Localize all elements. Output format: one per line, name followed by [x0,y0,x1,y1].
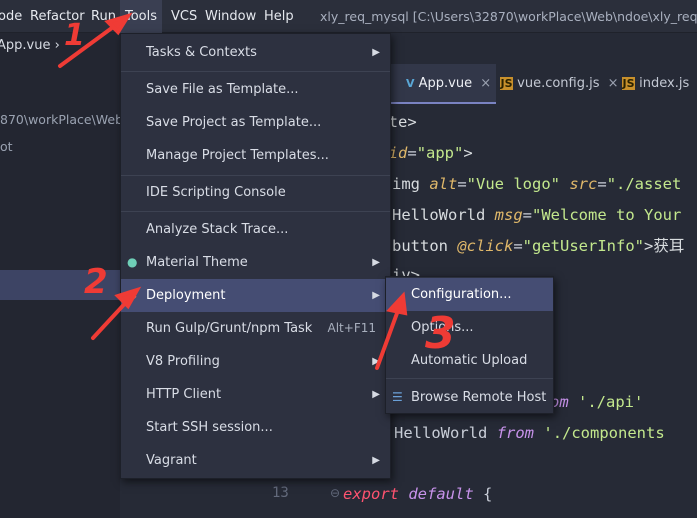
close-icon[interactable]: × [608,76,619,91]
project-subitem[interactable]: ot [0,139,13,154]
menu-item-automatic-upload[interactable]: Automatic Upload [386,344,553,377]
window-title-path: xly_req_mysql [C:\Users\32870\workPlace\… [320,9,697,24]
annotation-step-1: 1 [64,18,85,53]
submenu-arrow-icon: ▶ [372,389,380,400]
code-line: rt HelloWorld from './components [366,424,665,442]
tab-label: index.js [639,76,690,91]
vue-file-icon: V [406,77,415,90]
js-file-icon: JS [622,77,635,90]
menu-separator [121,71,390,72]
deployment-submenu: Configuration... Options... Automatic Up… [385,276,554,414]
line-number: 13 [272,485,289,501]
submenu-arrow-icon: ▶ [372,290,380,301]
menu-item-options[interactable]: Options... [386,311,553,344]
menu-item-save-file-template[interactable]: Save File as Template... [121,73,390,106]
menu-item-analyze-stack-trace[interactable]: Analyze Stack Trace... [121,213,390,246]
code-line: button @click="getUserInfo">获耳 [392,237,685,255]
menu-item-ide-scripting-console[interactable]: IDE Scripting Console [121,176,390,209]
menu-separator [121,211,390,212]
menu-help[interactable]: Help [259,0,299,33]
close-icon[interactable]: × [480,76,491,91]
breadcrumb[interactable]: App.vue › [0,38,60,53]
code-line: img alt="Vue logo" src="./asset [392,175,682,193]
tools-menu: Tasks & Contexts ▶ Save File as Template.… [120,33,391,479]
menu-bar: ode Refactor Run Tools VCS Window Help x… [0,0,697,33]
menu-item-save-project-template[interactable]: Save Project as Template... [121,106,390,139]
tab-label: vue.config.js [517,76,600,91]
menu-item-v8-profiling[interactable]: V8 Profiling ▶ [121,345,390,378]
code-line: export default { [343,485,493,503]
remote-host-icon: ☰ [392,390,403,404]
menu-code[interactable]: ode [0,0,27,33]
code-line: om './api' [550,393,644,411]
menu-item-material-theme[interactable]: ● Material Theme ▶ [121,246,390,279]
menu-item-deployment[interactable]: ⇅ Deployment ▶ [121,279,390,312]
code-line: HelloWorld msg="Welcome to Your [392,206,682,224]
tab-index-js[interactable]: JS index.js × [622,64,697,104]
submenu-arrow-icon: ▶ [372,47,380,58]
js-file-icon: JS [500,77,513,90]
menu-item-run-gulp-task[interactable]: Run Gulp/Grunt/npm Task Alt+F11 [121,312,390,345]
shortcut-label: Alt+F11 [327,321,376,335]
submenu-arrow-icon: ▶ [372,455,380,466]
breadcrumb-file[interactable]: App.vue [0,38,50,53]
menu-item-vagrant[interactable]: Vagrant ▶ [121,444,390,477]
material-theme-icon: ● [127,255,138,269]
submenu-arrow-icon: ▶ [372,356,380,367]
tab-app-vue[interactable]: V App.vue × [390,64,496,104]
menu-run[interactable]: Run [86,0,121,33]
menu-tools[interactable]: Tools [120,0,163,33]
editor-tab-bar: V App.vue × JS vue.config.js × JS index.… [390,64,697,104]
menu-window[interactable]: Window [200,0,261,33]
deployment-icon: ⇅ [127,288,138,302]
menu-item-manage-templates[interactable]: Manage Project Templates... [121,139,390,172]
menu-separator [386,378,553,379]
annotation-step-2: 2 [84,262,108,302]
menu-item-tasks-contexts[interactable]: Tasks & Contexts ▶ [121,36,390,69]
tab-vue-config[interactable]: JS vue.config.js × [500,64,622,104]
annotation-step-3: 3 [425,308,456,359]
menu-vcs[interactable]: VCS [166,0,202,33]
menu-item-http-client[interactable]: HTTP Client ▶ [121,378,390,411]
chevron-right-icon: › [54,38,60,53]
fold-icon[interactable]: ⊖ [330,486,340,500]
menu-item-start-ssh-session[interactable]: Start SSH session... [121,411,390,444]
project-path: 870\workPlace\Web\ [0,112,128,127]
menu-item-configuration[interactable]: Configuration... [386,278,553,311]
menu-item-browse-remote-host[interactable]: ☰ Browse Remote Host [386,381,553,414]
submenu-arrow-icon: ▶ [372,257,380,268]
tab-label: App.vue [418,76,473,91]
